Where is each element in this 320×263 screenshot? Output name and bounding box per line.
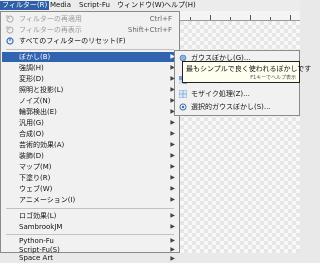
submenu-arrow-icon: ▶: [170, 141, 175, 148]
menu-item-label: 照明と投影(L): [19, 86, 64, 94]
submenu-arrow-icon: ▶: [170, 196, 175, 203]
menu-item-label: ぼかし(B): [19, 53, 51, 61]
menu-item-generic[interactable]: 汎用(G) ▶: [2, 118, 178, 128]
ruler-tick: [230, 17, 231, 20]
submenu-arrow-icon: ▶: [170, 212, 175, 219]
submenu-arrow-icon: ▶: [170, 152, 175, 159]
menu-item-artistic[interactable]: 芸術的効果(A) ▶: [2, 140, 178, 150]
tooltip-description: 最もシンプルで良く使われるぼかしです: [186, 65, 312, 73]
menu-item-animation[interactable]: アニメーション(I) ▶: [2, 195, 178, 205]
selective-blur-icon: [179, 103, 187, 111]
ruler-tick: [290, 15, 291, 20]
menu-item-reshow-filter[interactable]: フィルターの再表示 Shift+Ctrl+F: [2, 25, 178, 35]
submenu-arrow-icon: ▶: [170, 255, 175, 262]
menu-item-label: 強調(H): [19, 64, 44, 72]
ruler-tick: [210, 15, 211, 20]
menu-item-decor[interactable]: 装飾(D) ▶: [2, 151, 178, 161]
reshow-icon: [6, 26, 14, 34]
menu-item-label: SambrookJM: [19, 223, 63, 231]
menu-item-space-art[interactable]: Space Art ▶: [2, 254, 178, 263]
menu-item-enhance[interactable]: 強調(H) ▶: [2, 63, 178, 73]
menu-item-label: すべてのフィルターのリセット(F): [19, 37, 126, 45]
menu-media[interactable]: Media: [48, 1, 73, 10]
menu-item-reset-all-filters[interactable]: すべてのフィルターのリセット(F): [2, 36, 178, 46]
menu-item-web[interactable]: ウェブ(W) ▶: [2, 184, 178, 194]
ruler-tick: [250, 15, 251, 20]
menu-item-label: 汎用(G): [19, 119, 44, 127]
menu-item-sambrookjm[interactable]: SambrookJM ▶: [2, 222, 178, 232]
menu-window[interactable]: ウィンドウ(W): [115, 1, 166, 10]
ruler-tick: [190, 17, 191, 20]
menu-item-label: モザイク処理(Z)...: [191, 90, 250, 98]
menu-item-label: 合成(O): [19, 130, 44, 138]
menu-separator: [6, 234, 174, 235]
horizontal-ruler[interactable]: [160, 11, 300, 21]
menu-item-edge-detect[interactable]: 輪郭検出(E) ▶: [2, 107, 178, 117]
menu-item-label: Space Art: [19, 254, 53, 262]
menu-item-label: 芸術的効果(A): [19, 141, 65, 149]
menu-item-render[interactable]: 下塗り(R) ▶: [2, 173, 178, 183]
menu-item-noise[interactable]: ノイズ(N) ▶: [2, 96, 178, 106]
submenu-arrow-icon: ▶: [170, 130, 175, 137]
submenu-arrow-icon: ▶: [170, 119, 175, 126]
menu-item-mosaic[interactable]: モザイク処理(Z)...: [176, 89, 298, 99]
shortcut-label: Ctrl+F: [149, 15, 172, 23]
menu-item-reapply-filter[interactable]: フィルターの再適用 Ctrl+F: [2, 14, 178, 24]
submenu-arrow-icon: ▶: [170, 185, 175, 192]
ruler-tick: [270, 17, 271, 20]
submenu-arrow-icon: ▶: [170, 174, 175, 181]
image-canvas-area: [160, 11, 300, 253]
menu-item-label: 装飾(D): [19, 152, 44, 160]
menu-item-map[interactable]: マップ(M) ▶: [2, 162, 178, 172]
reapply-icon: [6, 15, 14, 23]
menu-item-light-shadow[interactable]: 照明と投影(L) ▶: [2, 85, 178, 95]
menu-item-label: フィルターの再表示: [19, 26, 82, 34]
menu-filters[interactable]: フィルター(R): [0, 1, 50, 10]
menu-item-logos[interactable]: ロゴ効果(L) ▶: [2, 211, 178, 221]
blur-submenu: ガウスぼかし(G)... ピクセル化(P)... モザイク処理(Z)... 選択…: [174, 50, 300, 116]
menu-item-label: ロゴ効果(L): [19, 212, 57, 220]
menu-help[interactable]: ヘルプ(H): [162, 1, 198, 10]
shortcut-label: Shift+Ctrl+F: [127, 26, 172, 34]
menu-item-label: マップ(M): [19, 163, 52, 171]
tooltip: 最もシンプルで良く使われるぼかしです F1キーでヘルプ表示: [182, 61, 311, 83]
menu-item-label: 選択的ガウスぼかし(S)...: [191, 103, 271, 111]
menu-separator: [6, 208, 174, 209]
menu-item-label: ウェブ(W): [19, 185, 53, 193]
menu-item-distorts[interactable]: 変形(D) ▶: [2, 74, 178, 84]
menu-item-label: 変形(D): [19, 75, 44, 83]
menu-item-label: 輪郭検出(E): [19, 108, 57, 116]
reset-icon: [6, 37, 14, 45]
menu-script-fu[interactable]: Script-Fu: [77, 1, 112, 10]
menu-item-label: ノイズ(N): [19, 97, 51, 105]
tooltip-help-hint: F1キーでヘルプ表示: [250, 75, 296, 81]
menu-separator: [6, 49, 174, 50]
menu-item-label: 下塗り(R): [19, 174, 51, 182]
menu-item-label: アニメーション(I): [19, 196, 76, 204]
menu-item-selective-gaussian-blur[interactable]: 選択的ガウスぼかし(S)...: [176, 102, 298, 112]
filters-menu: フィルターの再適用 Ctrl+F フィルターの再表示 Shift+Ctrl+F …: [0, 11, 180, 262]
menu-item-label: フィルターの再適用: [19, 15, 82, 23]
submenu-arrow-icon: ▶: [170, 223, 175, 230]
mosaic-icon: [179, 90, 187, 98]
submenu-arrow-icon: ▶: [170, 163, 175, 170]
menu-item-combine[interactable]: 合成(O) ▶: [2, 129, 178, 139]
menu-item-blur[interactable]: ぼかし(B) ▶: [2, 52, 178, 62]
